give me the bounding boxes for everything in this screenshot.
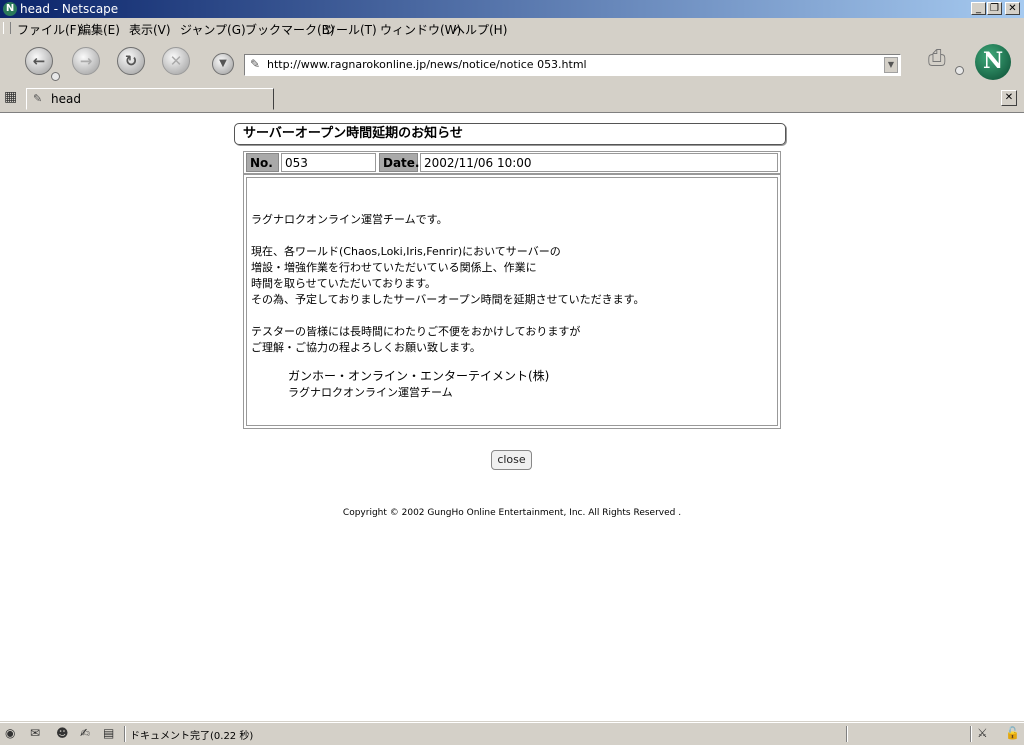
netscape-logo[interactable]: N bbox=[975, 44, 1011, 80]
url-history-dropdown-icon[interactable]: ▼ bbox=[212, 53, 234, 75]
print-icon[interactable]: ⎙ bbox=[928, 46, 946, 71]
netscape-icon: N bbox=[3, 2, 17, 16]
minimize-button[interactable]: _ bbox=[971, 2, 986, 15]
composer-icon[interactable]: ✍ bbox=[80, 726, 90, 740]
page-content: サーバーオープン時間延期のお知らせ No. 053 Date. 2002/11/… bbox=[0, 113, 1024, 721]
status-bar: ◉ ✉ ☻ ✍ ▤ ドキュメント完了(0.22 秒) ⚔ 🔓 bbox=[0, 722, 1024, 745]
address-book-icon[interactable]: ▤ bbox=[103, 726, 114, 740]
security-lock-icon[interactable]: 🔓 bbox=[1005, 726, 1020, 740]
new-tab-icon[interactable]: ▦ bbox=[4, 89, 17, 105]
no-label: No. bbox=[246, 153, 279, 172]
tab-head[interactable]: ✎ head bbox=[26, 88, 274, 110]
address-bar[interactable]: ✎ http://www.ragnarokonline.jp/news/noti… bbox=[244, 54, 901, 76]
back-history-dropdown[interactable] bbox=[51, 72, 60, 81]
menu-tools[interactable]: ツール(T) bbox=[324, 21, 377, 38]
navigation-toolbar: ← → ↻ ✕ ▼ ✎ http://www.ragnarokonline.jp… bbox=[0, 38, 1024, 86]
close-window-button[interactable]: ✕ bbox=[1005, 2, 1020, 15]
signature-company: ガンホー・オンライン・エンターテイメント(株) bbox=[288, 369, 550, 383]
tab-label: head bbox=[51, 92, 81, 106]
menu-file[interactable]: ファイル(F) bbox=[17, 21, 81, 38]
menu-help[interactable]: ヘルプ(H) bbox=[453, 21, 507, 38]
close-tab-icon[interactable]: ✕ bbox=[1001, 90, 1017, 106]
message-line: ラグナロクオンライン運営チームです。 bbox=[251, 213, 448, 226]
instant-messenger-icon[interactable]: ☻ bbox=[56, 726, 69, 740]
title-bar: N head - Netscape _ ❐ ✕ bbox=[0, 0, 1024, 18]
bookmark-tag-icon: ✎ bbox=[250, 57, 261, 71]
menu-view[interactable]: 表示(V) bbox=[129, 21, 171, 38]
notice-body: ラグナロクオンライン運営チームです。 現在、各ワールド(Chaos,Loki,I… bbox=[243, 174, 781, 429]
menu-bar: ファイル(F) 編集(E) 表示(V) ジャンプ(G) ブックマーク(B) ツー… bbox=[0, 18, 1024, 38]
menu-grip bbox=[3, 22, 11, 34]
menu-window[interactable]: ウィンドウ(W) bbox=[380, 21, 461, 38]
date-label: Date. bbox=[379, 153, 420, 172]
mail-icon[interactable]: ✉ bbox=[30, 726, 40, 740]
back-button[interactable]: ← bbox=[25, 47, 53, 75]
notice-title: サーバーオープン時間延期のお知らせ bbox=[234, 123, 786, 145]
message-line: 現在、各ワールド(Chaos,Loki,Iris,Fenrir)においてサーバー… bbox=[251, 245, 561, 258]
connection-icon: ⚔ bbox=[977, 726, 988, 740]
close-button[interactable]: close bbox=[491, 450, 532, 470]
reload-button[interactable]: ↻ bbox=[117, 47, 145, 75]
status-separator bbox=[124, 726, 126, 742]
copyright-text: Copyright © 2002 GungHo Online Entertain… bbox=[342, 508, 682, 518]
message-line: 時間を取らせていただいております。 bbox=[251, 277, 437, 290]
status-separator bbox=[970, 726, 972, 742]
message-line: その為、予定しておりましたサーバーオープン時間を延期させていただきます。 bbox=[251, 293, 645, 306]
menu-edit[interactable]: 編集(E) bbox=[79, 21, 120, 38]
message-line: 増設・増強作業を行わせていただいている関係上、作業に bbox=[251, 261, 537, 274]
message-line: テスターの皆様には長時間にわたりご不便をおかけしておりますが bbox=[251, 325, 581, 338]
print-dropdown[interactable] bbox=[955, 66, 964, 75]
status-separator bbox=[846, 726, 848, 742]
netscape-status-icon[interactable]: ◉ bbox=[5, 726, 15, 740]
tab-bar: ▦ ✎ head ✕ bbox=[0, 86, 1024, 113]
date-value: 2002/11/06 10:00 bbox=[420, 153, 778, 172]
menu-go[interactable]: ジャンプ(G) bbox=[180, 21, 246, 38]
page-icon: ✎ bbox=[33, 92, 43, 105]
no-value: 053 bbox=[281, 153, 376, 172]
maximize-button[interactable]: ❐ bbox=[987, 2, 1002, 15]
message-line: ご理解・ご協力の程よろしくお願い致します。 bbox=[251, 341, 481, 354]
notice-meta: No. 053 Date. 2002/11/06 10:00 bbox=[243, 151, 781, 174]
stop-button[interactable]: ✕ bbox=[162, 47, 190, 75]
url-dropdown-icon[interactable]: ▼ bbox=[884, 57, 898, 73]
status-text: ドキュメント完了(0.22 秒) bbox=[130, 731, 254, 742]
window-title: head - Netscape bbox=[20, 2, 119, 16]
signature-team: ラグナロクオンライン運営チーム bbox=[288, 386, 453, 399]
menu-bookmarks[interactable]: ブックマーク(B) bbox=[245, 21, 335, 38]
url-input[interactable]: http://www.ragnarokonline.jp/news/notice… bbox=[267, 58, 587, 71]
forward-button[interactable]: → bbox=[72, 47, 100, 75]
